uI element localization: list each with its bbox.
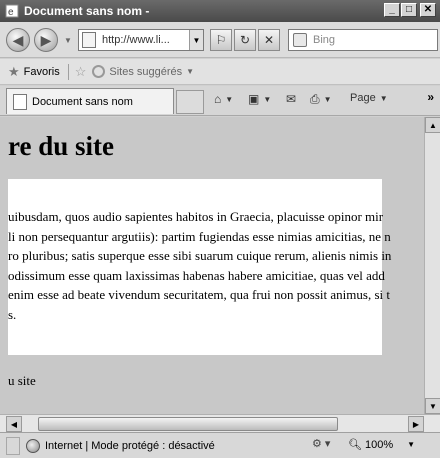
- maximize-button[interactable]: □: [401, 3, 417, 17]
- feeds-button[interactable]: ▣ ▼: [248, 92, 271, 106]
- print-button[interactable]: ⎙ ▼: [310, 92, 332, 107]
- page-content: re du site uibusdam, quos audio sapiente…: [0, 117, 426, 414]
- add-to-favorites-icon[interactable]: ☆: [75, 64, 87, 80]
- tab-bar: Document sans nom ⌂ ▼ ▣ ▼ ✉ ⎙ ▼ Page ▼ »: [0, 86, 440, 116]
- mail-icon: ✉: [286, 92, 297, 106]
- page-menu-button[interactable]: Page ▼: [350, 92, 388, 104]
- paragraph: uibusdam, quos audio sapientes habitos i…: [8, 207, 426, 324]
- new-tab-button[interactable]: [176, 90, 204, 114]
- bing-icon: [293, 33, 307, 47]
- search-box[interactable]: Bing: [288, 29, 438, 51]
- minimize-button[interactable]: _: [384, 3, 400, 17]
- scroll-down-button[interactable]: ▼: [425, 398, 440, 414]
- forward-button[interactable]: ▶: [34, 28, 58, 52]
- status-segment: [6, 436, 20, 455]
- favorites-button[interactable]: Favoris: [24, 66, 60, 78]
- page-icon: [13, 93, 27, 110]
- chevron-down-icon: ▼: [379, 93, 388, 103]
- home-icon: ⌂: [214, 92, 222, 106]
- zoom-icon: 🔍︎: [348, 439, 362, 451]
- rss-icon: ▣: [248, 92, 260, 106]
- forward-arrow-icon: ▶: [40, 31, 52, 48]
- vertical-scrollbar[interactable]: ▲ ▼: [424, 117, 440, 414]
- chevron-down-icon: ▼: [323, 95, 332, 104]
- refresh-icon: ↻: [239, 33, 251, 47]
- suggested-sites-button[interactable]: Sites suggérés ▼: [92, 65, 194, 78]
- globe-icon: [26, 438, 40, 453]
- tab-label: Document sans nom: [32, 95, 133, 108]
- tab-document[interactable]: Document sans nom: [6, 88, 174, 114]
- back-button[interactable]: ◀: [6, 28, 30, 52]
- zoom-button[interactable]: 🔍︎ 100% ▼: [348, 438, 416, 452]
- favorites-star-icon[interactable]: ★: [8, 64, 20, 80]
- paragraph-line: li non persequantur argutiis): partim fu…: [8, 228, 391, 244]
- window-title: Document sans nom -: [24, 4, 150, 18]
- page-icon: [82, 32, 96, 48]
- suggested-sites-icon: [92, 65, 106, 78]
- page-heading: re du site: [8, 131, 114, 161]
- address-input[interactable]: http://www.li...: [102, 34, 189, 46]
- chevron-down-icon: ▼: [225, 94, 234, 104]
- title-bar: e Document sans nom - _ □ ✕: [0, 0, 440, 22]
- paragraph-line: ro pluribus; satis superque esse sibi su…: [8, 248, 392, 263]
- scroll-right-button[interactable]: ▶: [408, 416, 424, 432]
- search-placeholder[interactable]: Bing: [313, 34, 335, 46]
- read-mail-button[interactable]: ✉: [286, 92, 296, 106]
- home-button[interactable]: ⌂ ▼: [214, 92, 233, 106]
- ie-logo-icon: e: [5, 4, 19, 18]
- printer-icon: ⎙: [310, 92, 320, 106]
- compat-view-icon: ⚐: [215, 33, 227, 47]
- back-arrow-icon: ◀: [12, 31, 24, 48]
- compat-view-button[interactable]: ⚐: [210, 29, 232, 51]
- chevron-down-icon: ▼: [407, 440, 416, 449]
- paragraph-line: enim esse ad beate vivendum securitatem,…: [8, 287, 390, 302]
- stop-icon: ✕: [263, 33, 275, 47]
- page-footer: u site: [8, 373, 36, 388]
- chevron-down-icon: ▼: [263, 94, 272, 104]
- more-commands-button[interactable]: »: [427, 90, 434, 104]
- svg-text:e: e: [8, 7, 14, 18]
- chevron-down-icon: ▼: [186, 67, 195, 76]
- divider: [67, 63, 69, 80]
- security-zone-icon[interactable]: ⚙ ▾: [312, 437, 330, 450]
- suggested-sites-label: Sites suggérés: [109, 65, 183, 78]
- zoom-level: 100%: [364, 438, 394, 451]
- scroll-left-button[interactable]: ◀: [6, 416, 22, 432]
- address-dropdown-icon[interactable]: ▼: [189, 30, 203, 50]
- address-bar[interactable]: http://www.li... ▼: [78, 29, 204, 51]
- horizontal-scrollbar[interactable]: ◀ ▶: [0, 414, 440, 432]
- history-dropdown-icon[interactable]: ▼: [64, 36, 72, 45]
- status-bar: Internet | Mode protégé : désactivé ⚙ ▾ …: [0, 432, 440, 458]
- navigation-bar: ◀ ▶ ▼ http://www.li... ▼ ⚐ ↻ ✕ Bing: [0, 22, 440, 58]
- paragraph-line: uibusdam, quos audio sapientes habitos i…: [8, 209, 384, 224]
- paragraph-line: s.: [8, 306, 17, 322]
- window-controls: _ □ ✕: [384, 3, 436, 17]
- scroll-up-button[interactable]: ▲: [425, 117, 440, 133]
- paragraph-line: odissimum esse quam laxissimas habenas h…: [8, 267, 385, 283]
- scroll-thumb[interactable]: [38, 417, 338, 431]
- stop-button[interactable]: ✕: [258, 29, 280, 51]
- close-button[interactable]: ✕: [420, 3, 436, 17]
- page-menu-label: Page: [350, 92, 376, 104]
- favorites-bar: ★ Favoris ☆ Sites suggérés ▼: [0, 59, 440, 85]
- status-text: Internet | Mode protégé : désactivé: [45, 439, 215, 452]
- refresh-button[interactable]: ↻: [234, 29, 256, 51]
